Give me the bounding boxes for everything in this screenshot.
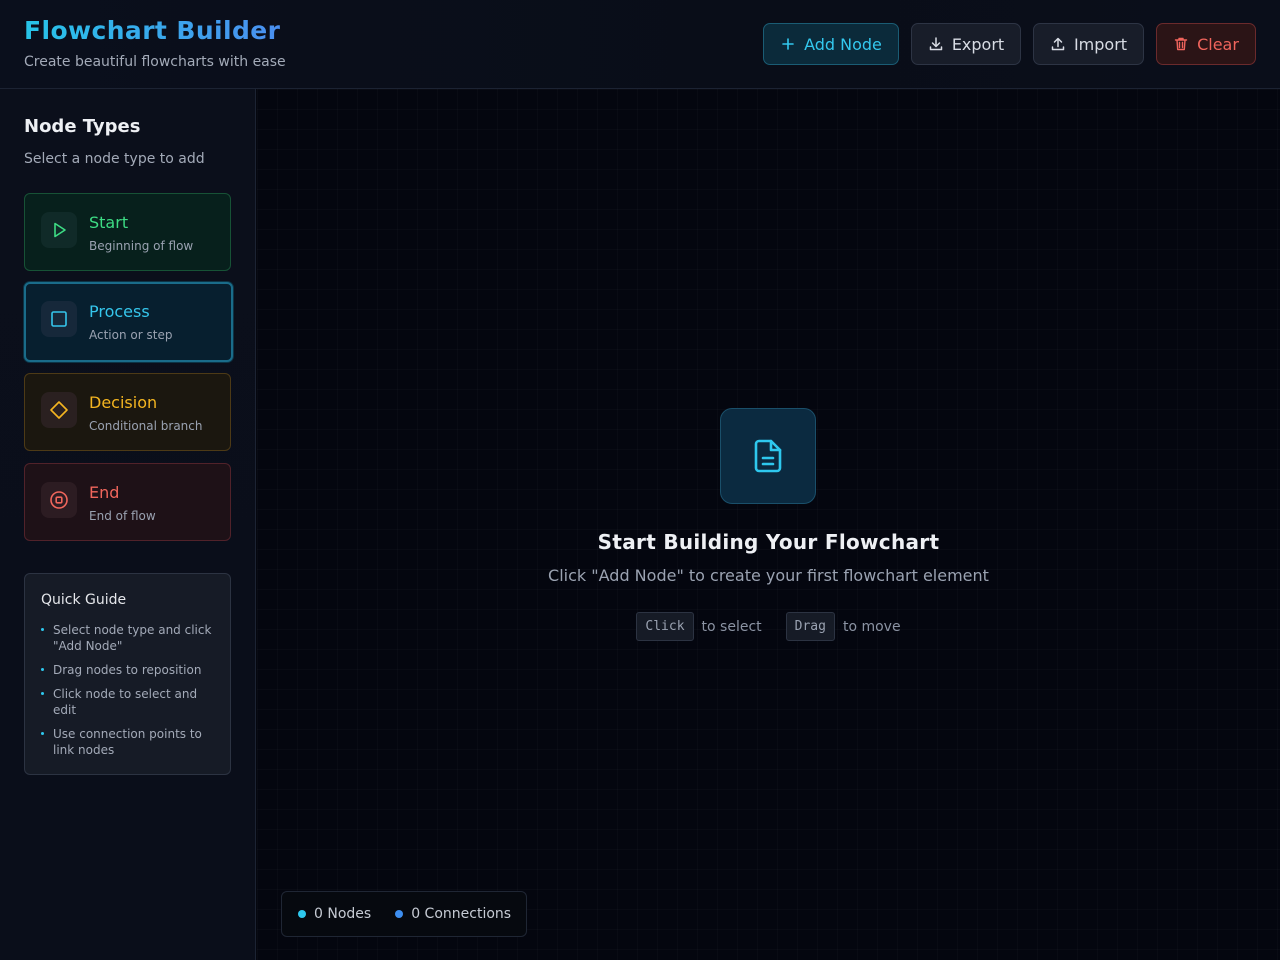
quick-guide-item: Click node to select and edit [41,686,219,718]
node-type-label: End [89,483,120,502]
clear-label: Clear [1197,34,1239,54]
click-hint-text: to select [701,618,762,635]
quick-guide-title: Quick Guide [41,592,127,608]
connection-count-dot [395,910,404,918]
quick-guide-item: Select node type and click "Add Node" [41,622,219,654]
node-count-label: 0 Nodes [314,906,372,922]
status-bar: 0 Nodes 0 Connections [281,891,527,937]
play-icon [41,212,77,248]
plus-icon [782,38,794,50]
square-icon [41,301,77,337]
stop-circle-icon [41,482,77,518]
sidebar-subtitle: Select a node type to add [24,151,205,167]
quick-guide: Quick Guide Select node type and click "… [24,573,231,775]
quick-guide-item: Use connection points to link nodes [41,726,219,758]
drag-hint-text: to move [842,618,901,635]
add-node-button[interactable]: Add Node [763,23,899,65]
node-type-start[interactable]: Start Beginning of flow [24,193,231,271]
node-type-label: Start [89,213,129,232]
node-type-end[interactable]: End End of flow [24,463,231,541]
add-node-label: Add Node [804,34,882,54]
node-type-description: Beginning of flow [89,239,194,253]
node-type-description: Action or step [89,328,173,342]
import-button[interactable]: Import [1033,23,1144,65]
sidebar-title: Node Types [24,116,141,137]
connection-count-label: 0 Connections [411,906,512,922]
node-type-process[interactable]: Process Action or step [24,282,233,362]
click-key-hint: Click [636,612,694,641]
empty-state-subtitle: Click "Add Node" to create your first fl… [548,566,989,585]
empty-state-title: Start Building Your Flowchart [597,530,940,554]
upload-icon [1051,37,1065,51]
connection-count: 0 Connections [395,906,511,922]
trash-icon [1174,37,1188,51]
export-label: Export [951,34,1005,54]
import-label: Import [1073,34,1128,54]
export-button[interactable]: Export [911,23,1021,65]
node-type-description: Conditional branch [89,419,203,433]
interaction-hints: Click to select Drag to move [257,612,1280,641]
quick-guide-list: Select node type and click "Add Node" Dr… [41,622,219,766]
clear-button[interactable]: Clear [1156,23,1256,65]
app-root: Flowchart Builder Create beautiful flowc… [0,0,1280,960]
file-text-icon [720,408,816,504]
app-title: Flowchart Builder [24,16,281,45]
diamond-icon [41,392,77,428]
node-type-decision[interactable]: Decision Conditional branch [24,373,231,451]
download-icon [929,37,943,51]
node-type-description: End of flow [89,509,156,523]
node-count-dot [298,910,306,918]
node-type-label: Decision [89,393,158,412]
quick-guide-item: Drag nodes to reposition [41,662,219,678]
sidebar: Node Types Select a node type to add Sta… [0,89,256,960]
node-type-label: Process [89,302,150,321]
flowchart-canvas[interactable]: Start Building Your Flowchart Click "Add… [257,89,1280,960]
app-header: Flowchart Builder Create beautiful flowc… [0,0,1280,89]
app-subtitle: Create beautiful flowcharts with ease [24,54,286,70]
drag-key-hint: Drag [785,612,835,641]
node-count: 0 Nodes [298,906,371,922]
